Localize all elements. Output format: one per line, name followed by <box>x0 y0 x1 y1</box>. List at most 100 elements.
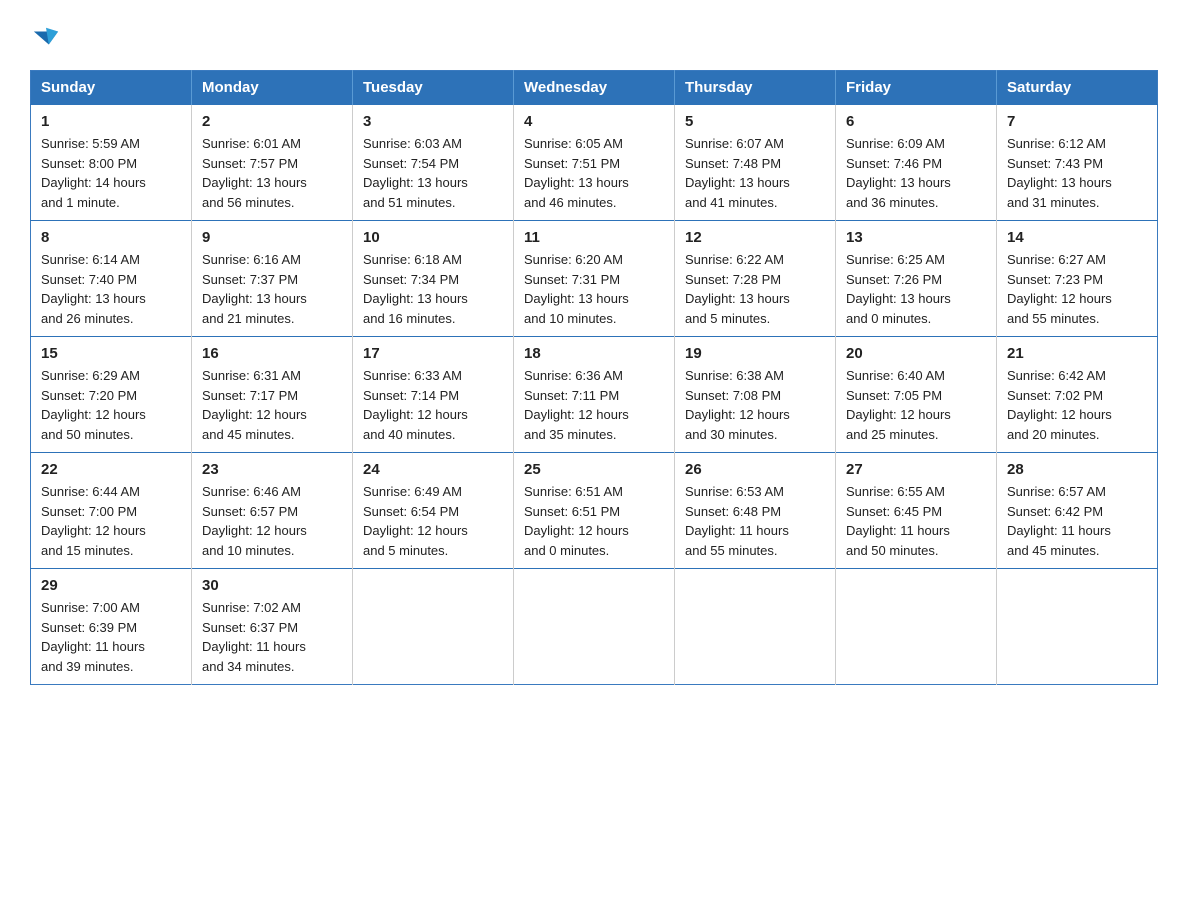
day-number: 9 <box>202 229 342 246</box>
day-number: 26 <box>685 461 825 478</box>
day-header-sunday: Sunday <box>31 71 192 105</box>
day-number: 4 <box>524 113 664 130</box>
calendar-cell: 4 Sunrise: 6:05 AMSunset: 7:51 PMDayligh… <box>514 105 675 221</box>
calendar-cell: 15 Sunrise: 6:29 AMSunset: 7:20 PMDaylig… <box>31 337 192 453</box>
page-header <box>30 24 1158 52</box>
day-number: 11 <box>524 229 664 246</box>
day-info: Sunrise: 6:03 AMSunset: 7:54 PMDaylight:… <box>363 136 468 210</box>
calendar-cell <box>353 569 514 685</box>
calendar-cell: 22 Sunrise: 6:44 AMSunset: 7:00 PMDaylig… <box>31 453 192 569</box>
calendar-table: SundayMondayTuesdayWednesdayThursdayFrid… <box>30 70 1158 685</box>
day-number: 2 <box>202 113 342 130</box>
day-number: 7 <box>1007 113 1147 130</box>
day-number: 1 <box>41 113 181 130</box>
day-number: 13 <box>846 229 986 246</box>
logo-icon <box>32 24 60 52</box>
day-info: Sunrise: 6:33 AMSunset: 7:14 PMDaylight:… <box>363 368 468 442</box>
calendar-week-row: 1 Sunrise: 5:59 AMSunset: 8:00 PMDayligh… <box>31 105 1158 221</box>
day-number: 14 <box>1007 229 1147 246</box>
day-info: Sunrise: 6:36 AMSunset: 7:11 PMDaylight:… <box>524 368 629 442</box>
day-info: Sunrise: 7:00 AMSunset: 6:39 PMDaylight:… <box>41 600 145 674</box>
day-info: Sunrise: 6:55 AMSunset: 6:45 PMDaylight:… <box>846 484 950 558</box>
day-info: Sunrise: 6:01 AMSunset: 7:57 PMDaylight:… <box>202 136 307 210</box>
day-header-tuesday: Tuesday <box>353 71 514 105</box>
day-info: Sunrise: 6:16 AMSunset: 7:37 PMDaylight:… <box>202 252 307 326</box>
calendar-cell: 5 Sunrise: 6:07 AMSunset: 7:48 PMDayligh… <box>675 105 836 221</box>
day-number: 28 <box>1007 461 1147 478</box>
calendar-cell: 20 Sunrise: 6:40 AMSunset: 7:05 PMDaylig… <box>836 337 997 453</box>
day-info: Sunrise: 6:29 AMSunset: 7:20 PMDaylight:… <box>41 368 146 442</box>
day-number: 19 <box>685 345 825 362</box>
day-info: Sunrise: 6:27 AMSunset: 7:23 PMDaylight:… <box>1007 252 1112 326</box>
day-number: 3 <box>363 113 503 130</box>
calendar-cell: 9 Sunrise: 6:16 AMSunset: 7:37 PMDayligh… <box>192 221 353 337</box>
calendar-cell: 7 Sunrise: 6:12 AMSunset: 7:43 PMDayligh… <box>997 105 1158 221</box>
day-info: Sunrise: 6:49 AMSunset: 6:54 PMDaylight:… <box>363 484 468 558</box>
day-number: 30 <box>202 577 342 594</box>
day-number: 23 <box>202 461 342 478</box>
calendar-cell: 19 Sunrise: 6:38 AMSunset: 7:08 PMDaylig… <box>675 337 836 453</box>
calendar-cell: 25 Sunrise: 6:51 AMSunset: 6:51 PMDaylig… <box>514 453 675 569</box>
day-info: Sunrise: 6:42 AMSunset: 7:02 PMDaylight:… <box>1007 368 1112 442</box>
calendar-cell: 30 Sunrise: 7:02 AMSunset: 6:37 PMDaylig… <box>192 569 353 685</box>
calendar-cell <box>675 569 836 685</box>
calendar-week-row: 29 Sunrise: 7:00 AMSunset: 6:39 PMDaylig… <box>31 569 1158 685</box>
day-info: Sunrise: 6:57 AMSunset: 6:42 PMDaylight:… <box>1007 484 1111 558</box>
day-info: Sunrise: 6:07 AMSunset: 7:48 PMDaylight:… <box>685 136 790 210</box>
day-info: Sunrise: 6:20 AMSunset: 7:31 PMDaylight:… <box>524 252 629 326</box>
day-info: Sunrise: 6:40 AMSunset: 7:05 PMDaylight:… <box>846 368 951 442</box>
day-info: Sunrise: 6:25 AMSunset: 7:26 PMDaylight:… <box>846 252 951 326</box>
day-number: 15 <box>41 345 181 362</box>
day-info: Sunrise: 6:46 AMSunset: 6:57 PMDaylight:… <box>202 484 307 558</box>
day-number: 27 <box>846 461 986 478</box>
day-number: 25 <box>524 461 664 478</box>
day-number: 6 <box>846 113 986 130</box>
day-info: Sunrise: 6:31 AMSunset: 7:17 PMDaylight:… <box>202 368 307 442</box>
logo <box>30 24 60 52</box>
day-header-monday: Monday <box>192 71 353 105</box>
calendar-cell: 14 Sunrise: 6:27 AMSunset: 7:23 PMDaylig… <box>997 221 1158 337</box>
day-number: 21 <box>1007 345 1147 362</box>
calendar-cell: 12 Sunrise: 6:22 AMSunset: 7:28 PMDaylig… <box>675 221 836 337</box>
day-info: Sunrise: 7:02 AMSunset: 6:37 PMDaylight:… <box>202 600 306 674</box>
calendar-cell: 6 Sunrise: 6:09 AMSunset: 7:46 PMDayligh… <box>836 105 997 221</box>
calendar-week-row: 8 Sunrise: 6:14 AMSunset: 7:40 PMDayligh… <box>31 221 1158 337</box>
day-number: 16 <box>202 345 342 362</box>
day-header-thursday: Thursday <box>675 71 836 105</box>
calendar-cell: 23 Sunrise: 6:46 AMSunset: 6:57 PMDaylig… <box>192 453 353 569</box>
day-number: 22 <box>41 461 181 478</box>
day-number: 24 <box>363 461 503 478</box>
calendar-cell: 11 Sunrise: 6:20 AMSunset: 7:31 PMDaylig… <box>514 221 675 337</box>
day-number: 29 <box>41 577 181 594</box>
calendar-cell: 10 Sunrise: 6:18 AMSunset: 7:34 PMDaylig… <box>353 221 514 337</box>
day-header-friday: Friday <box>836 71 997 105</box>
day-number: 8 <box>41 229 181 246</box>
calendar-cell <box>836 569 997 685</box>
day-info: Sunrise: 6:18 AMSunset: 7:34 PMDaylight:… <box>363 252 468 326</box>
calendar-cell: 2 Sunrise: 6:01 AMSunset: 7:57 PMDayligh… <box>192 105 353 221</box>
day-info: Sunrise: 6:53 AMSunset: 6:48 PMDaylight:… <box>685 484 789 558</box>
calendar-cell: 24 Sunrise: 6:49 AMSunset: 6:54 PMDaylig… <box>353 453 514 569</box>
day-header-wednesday: Wednesday <box>514 71 675 105</box>
day-info: Sunrise: 6:22 AMSunset: 7:28 PMDaylight:… <box>685 252 790 326</box>
calendar-week-row: 22 Sunrise: 6:44 AMSunset: 7:00 PMDaylig… <box>31 453 1158 569</box>
calendar-header-row: SundayMondayTuesdayWednesdayThursdayFrid… <box>31 71 1158 105</box>
calendar-cell: 18 Sunrise: 6:36 AMSunset: 7:11 PMDaylig… <box>514 337 675 453</box>
day-info: Sunrise: 5:59 AMSunset: 8:00 PMDaylight:… <box>41 136 146 210</box>
calendar-cell: 13 Sunrise: 6:25 AMSunset: 7:26 PMDaylig… <box>836 221 997 337</box>
calendar-cell: 16 Sunrise: 6:31 AMSunset: 7:17 PMDaylig… <box>192 337 353 453</box>
day-info: Sunrise: 6:38 AMSunset: 7:08 PMDaylight:… <box>685 368 790 442</box>
day-info: Sunrise: 6:51 AMSunset: 6:51 PMDaylight:… <box>524 484 629 558</box>
calendar-cell <box>997 569 1158 685</box>
day-info: Sunrise: 6:05 AMSunset: 7:51 PMDaylight:… <box>524 136 629 210</box>
calendar-cell: 21 Sunrise: 6:42 AMSunset: 7:02 PMDaylig… <box>997 337 1158 453</box>
calendar-cell: 1 Sunrise: 5:59 AMSunset: 8:00 PMDayligh… <box>31 105 192 221</box>
calendar-cell: 17 Sunrise: 6:33 AMSunset: 7:14 PMDaylig… <box>353 337 514 453</box>
calendar-cell: 3 Sunrise: 6:03 AMSunset: 7:54 PMDayligh… <box>353 105 514 221</box>
calendar-cell: 8 Sunrise: 6:14 AMSunset: 7:40 PMDayligh… <box>31 221 192 337</box>
day-header-saturday: Saturday <box>997 71 1158 105</box>
calendar-cell <box>514 569 675 685</box>
day-info: Sunrise: 6:09 AMSunset: 7:46 PMDaylight:… <box>846 136 951 210</box>
day-number: 10 <box>363 229 503 246</box>
calendar-cell: 27 Sunrise: 6:55 AMSunset: 6:45 PMDaylig… <box>836 453 997 569</box>
